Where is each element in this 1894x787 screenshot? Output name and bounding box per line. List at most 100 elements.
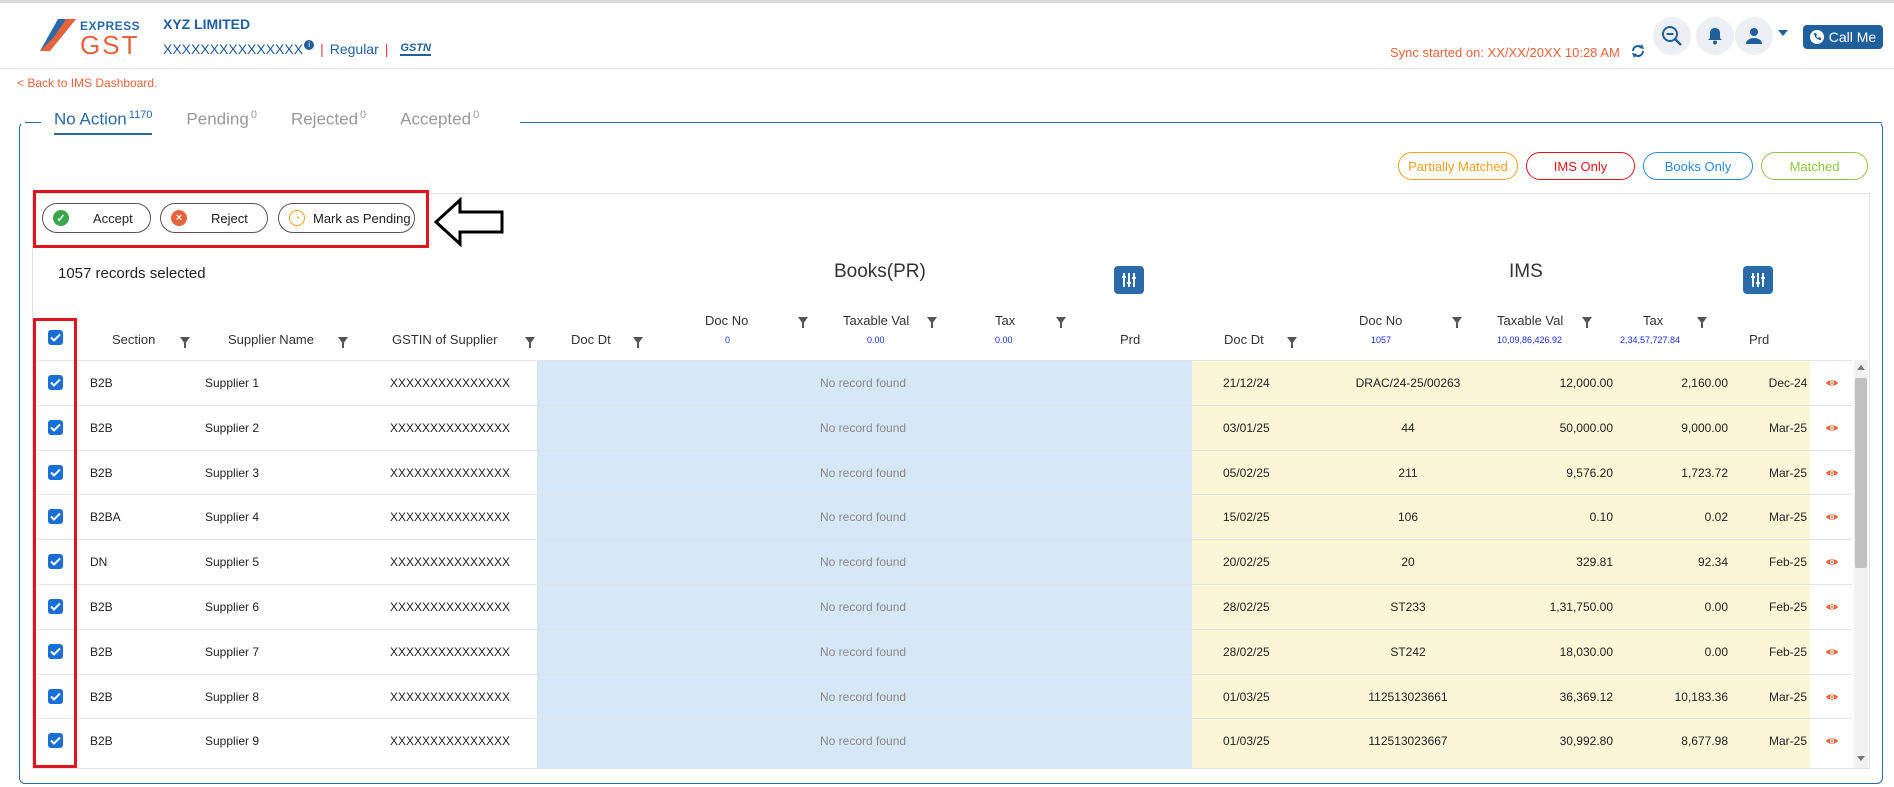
col-header-books-doc-no: Doc No	[705, 313, 749, 328]
gstin-value: XXXXXXXXXXXXXXX	[163, 41, 304, 57]
table-row[interactable]: B2B Supplier 3 XXXXXXXXXXXXXXX No record fo…	[33, 450, 1852, 495]
row-supplier-name: Supplier 9	[205, 734, 260, 748]
row-ims-prd: Feb-25	[1768, 555, 1808, 569]
books-columns-settings-button[interactable]	[1114, 266, 1144, 294]
eye-icon[interactable]	[1825, 466, 1839, 480]
row-ims-taxable-val: 30,992.80	[1559, 734, 1613, 748]
filter-icon[interactable]	[525, 337, 535, 348]
col-header-ims-doc-dt: Doc Dt	[1224, 332, 1264, 347]
user-icon	[1746, 28, 1762, 44]
ims-columns-settings-button[interactable]	[1743, 266, 1773, 294]
selection-highlight	[33, 318, 77, 768]
no-record-text: No record found	[820, 645, 907, 659]
no-record-text: No record found	[820, 466, 907, 480]
legend-partially-matched[interactable]: Partially Matched	[1398, 152, 1518, 180]
row-ims-doc-dt: 05/02/25	[1223, 466, 1270, 480]
row-ims-tax: 10,183.36	[1674, 690, 1728, 704]
tab-accepted[interactable]: Accepted 0	[400, 109, 479, 135]
row-ims-doc-dt: 03/01/25	[1223, 421, 1270, 435]
eye-icon[interactable]	[1825, 734, 1839, 748]
filter-icon[interactable]	[1056, 317, 1066, 328]
no-record-text: No record found	[820, 690, 907, 704]
col-header-books-doc-dt: Doc Dt	[571, 332, 611, 347]
no-record-text: No record found	[820, 376, 907, 390]
table-row[interactable]: B2BA Supplier 4 XXXXXXXXXXXXXXX No record f…	[33, 494, 1852, 538]
no-record-text: No record found	[820, 600, 907, 614]
chevron-down-icon[interactable]	[1778, 30, 1788, 36]
sliders-icon	[1751, 273, 1765, 287]
legend-matched[interactable]: Matched	[1761, 152, 1868, 180]
no-record-text: No record found	[820, 510, 907, 524]
filter-icon[interactable]	[1697, 317, 1707, 328]
actions-highlight	[33, 190, 429, 248]
eye-icon[interactable]	[1825, 600, 1839, 614]
gstn-badge: GSTN	[400, 42, 431, 56]
row-gstin: XXXXXXXXXXXXXXX	[390, 421, 511, 435]
eye-icon[interactable]	[1825, 376, 1839, 390]
row-gstin: XXXXXXXXXXXXXXX	[390, 690, 511, 704]
scroll-down-arrow[interactable]	[1857, 756, 1865, 761]
col-header-section: Section	[112, 332, 156, 347]
no-record-text: No record found	[820, 555, 907, 569]
panel-border	[520, 122, 1882, 123]
eye-icon[interactable]	[1825, 510, 1839, 524]
row-ims-doc-no: 20	[1401, 555, 1415, 569]
tab-rejected[interactable]: Rejected 0	[291, 109, 366, 135]
table-row[interactable]: B2B Supplier 7 XXXXXXXXXXXXXXX No record fo…	[33, 629, 1852, 674]
eye-icon[interactable]	[1825, 555, 1839, 569]
eye-icon[interactable]	[1825, 421, 1839, 435]
table-row[interactable]: B2B Supplier 2 XXXXXXXXXXXXXXX No record fo…	[33, 405, 1852, 449]
table-row[interactable]: B2B Supplier 9 XXXXXXXXXXXXXXX No record fo…	[33, 718, 1852, 763]
row-ims-doc-dt: 01/03/25	[1223, 690, 1270, 704]
row-ims-doc-dt: 28/02/25	[1223, 600, 1270, 614]
tab-no-action[interactable]: No Action 1170	[54, 109, 153, 135]
records-selected-count: 1057 records selected	[58, 265, 206, 282]
row-ims-doc-no: 112513023667	[1368, 734, 1448, 748]
row-ims-tax: 0.00	[1704, 645, 1728, 659]
ims-taxable-total: 10,09,86,426.92	[1497, 335, 1563, 345]
col-header-supplier-name: Supplier Name	[228, 332, 314, 347]
filter-icon[interactable]	[927, 317, 937, 328]
legend-books-only[interactable]: Books Only	[1643, 152, 1753, 180]
eye-icon[interactable]	[1825, 690, 1839, 704]
row-ims-prd: Feb-25	[1768, 600, 1808, 614]
filter-icon[interactable]	[1452, 317, 1462, 328]
table-row[interactable]: B2B Supplier 6 XXXXXXXXXXXXXXX No record fo…	[33, 584, 1852, 628]
filter-icon[interactable]	[338, 337, 348, 348]
tab-pending[interactable]: Pending 0	[186, 109, 257, 135]
row-section: B2B	[90, 376, 113, 390]
col-header-ims-taxable-val: Taxable Val	[1497, 313, 1564, 328]
row-gstin: XXXXXXXXXXXXXXX	[390, 600, 511, 614]
table-row[interactable]: B2B Supplier 8 XXXXXXXXXXXXXXX No record fo…	[33, 674, 1852, 718]
back-to-dashboard-link[interactable]: < Back to IMS Dashboard.	[17, 76, 157, 90]
app-header: EXPRESS GST XYZ LIMITED XXXXXXXXXXXXXXX …	[0, 3, 1894, 69]
notifications-button[interactable]	[1696, 17, 1734, 55]
sync-icon[interactable]	[1630, 43, 1646, 63]
row-section: B2B	[90, 645, 113, 659]
zoom-search-button[interactable]	[1653, 17, 1691, 55]
user-menu-button[interactable]	[1735, 17, 1773, 55]
info-icon[interactable]: i	[304, 40, 315, 50]
legend-ims-only[interactable]: IMS Only	[1526, 152, 1635, 180]
eye-icon[interactable]	[1825, 645, 1839, 659]
taxpayer-type: Regular	[329, 41, 379, 57]
scrollbar-thumb[interactable]	[1855, 378, 1867, 568]
scroll-up-arrow[interactable]	[1857, 365, 1865, 370]
row-ims-taxable-val: 50,000.00	[1559, 421, 1613, 435]
row-supplier-name: Supplier 6	[205, 600, 260, 614]
row-section: B2B	[90, 466, 113, 480]
table-row[interactable]: B2B Supplier 1 XXXXXXXXXXXXXXX No record fo…	[33, 360, 1852, 405]
filter-icon[interactable]	[798, 317, 808, 328]
row-section: B2BA	[90, 510, 121, 524]
filter-icon[interactable]	[1287, 337, 1297, 348]
call-me-button[interactable]: Call Me	[1803, 25, 1883, 49]
row-ims-doc-no: 112513023661	[1368, 690, 1448, 704]
filter-icon[interactable]	[1582, 317, 1592, 328]
table-row[interactable]: DN Supplier 5 XXXXXXXXXXXXXXX No record fou…	[33, 539, 1852, 584]
row-ims-taxable-val: 1,31,750.00	[1549, 600, 1613, 614]
filter-icon[interactable]	[180, 337, 190, 348]
brand-logo[interactable]: EXPRESS GST	[40, 17, 150, 60]
row-ims-doc-no: ST233	[1390, 600, 1426, 614]
row-ims-doc-no: DRAC/24-25/00263	[1355, 376, 1461, 390]
filter-icon[interactable]	[633, 337, 643, 348]
